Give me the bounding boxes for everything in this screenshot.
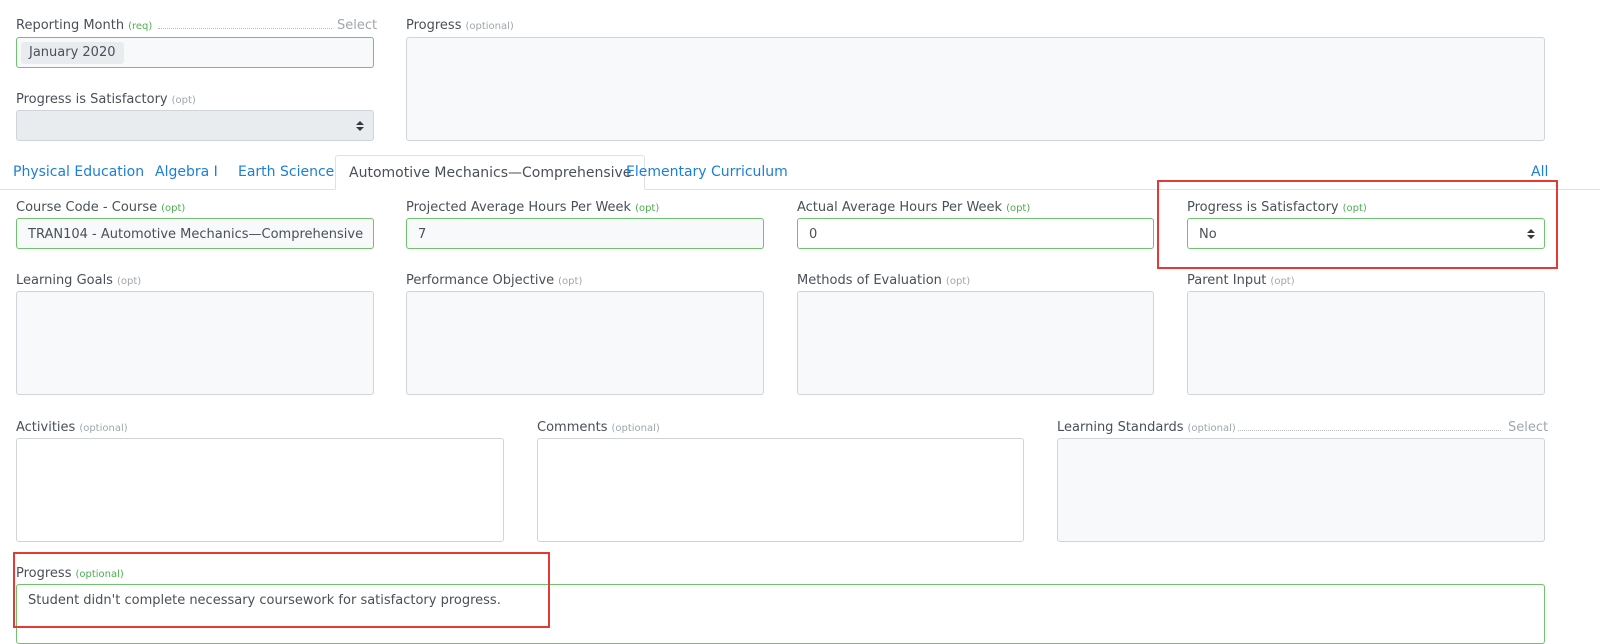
dotted-leader [1238,430,1501,431]
learning-goals-label: Learning Goals (opt) [16,273,142,288]
actual-hours-label: Actual Average Hours Per Week (opt) [797,200,1031,215]
highlight-box-progress-satisfactory [1157,180,1558,269]
reporting-month-field[interactable]: January 2020 [16,37,374,68]
methods-of-evaluation-textarea[interactable] [797,291,1154,395]
learning-standards-label: Learning Standards (optional) [1057,420,1236,435]
tab-physical-education[interactable]: Physical Education [13,155,144,189]
tab-elementary-curriculum[interactable]: Elementary Curriculum [626,155,788,189]
parent-input-textarea[interactable] [1187,291,1545,395]
learning-goals-textarea[interactable] [16,291,374,395]
methods-of-evaluation-label: Methods of Evaluation (opt) [797,273,971,288]
course-code-field[interactable]: TRAN104 - Automotive Mechanics—Comprehen… [16,218,374,249]
reporting-month-chip[interactable]: January 2020 [21,42,124,64]
progress-top-textarea[interactable] [406,37,1545,141]
course-code-label: Course Code - Course (opt) [16,200,186,215]
parent-input-label: Parent Input (opt) [1187,273,1295,288]
learning-standards-field[interactable] [1057,438,1545,542]
tab-automotive-mechanics[interactable]: Automotive Mechanics—Comprehensive [335,155,646,190]
tab-earth-science[interactable]: Earth Science [238,155,334,189]
learning-standards-select-link[interactable]: Select [1508,420,1548,436]
reporting-month-label: Reporting Month (req) [16,18,153,33]
activities-label: Activities (optional) [16,420,128,435]
progress-top-label: Progress (optional) [406,18,514,33]
performance-objective-label: Performance Objective (opt) [406,273,583,288]
reporting-month-select-link[interactable]: Select [337,18,377,34]
progress-satisfactory-top-select[interactable] [16,110,374,141]
comments-label: Comments (optional) [537,420,660,435]
select-caret-icon [356,121,364,131]
performance-objective-textarea[interactable] [406,291,764,395]
actual-hours-field[interactable]: 0 [797,218,1154,249]
activities-textarea[interactable] [16,438,504,542]
highlight-box-progress [13,552,550,628]
projected-hours-field[interactable]: 7 [406,218,764,249]
comments-textarea[interactable] [537,438,1024,542]
projected-hours-label: Projected Average Hours Per Week (opt) [406,200,660,215]
tab-algebra-i[interactable]: Algebra I [155,155,218,189]
dotted-leader [158,28,332,29]
progress-satisfactory-top-label: Progress is Satisfactory (opt) [16,92,196,107]
